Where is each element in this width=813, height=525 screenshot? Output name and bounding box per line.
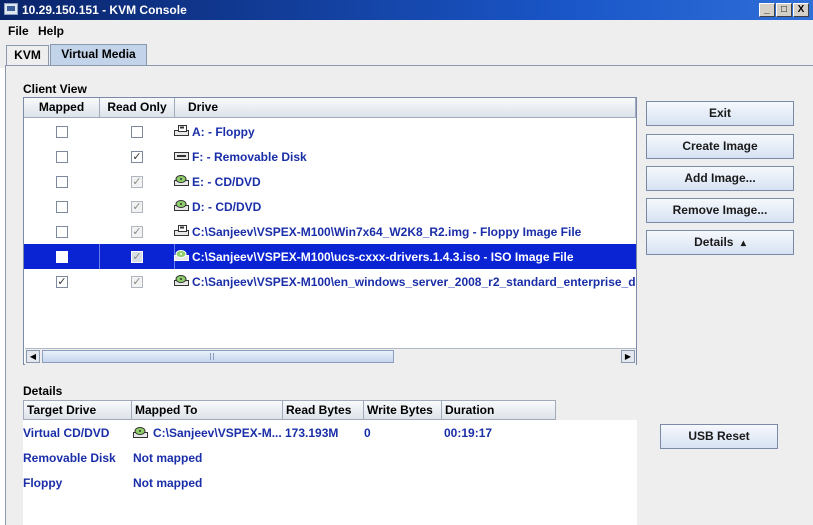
scrollbar-thumb[interactable] <box>42 350 394 363</box>
menu-help[interactable]: Help <box>38 24 64 38</box>
mapped-checkbox[interactable] <box>56 176 68 188</box>
column-header-mapped-to[interactable]: Mapped To <box>132 400 283 420</box>
drive-row[interactable]: A: - Floppy <box>24 119 636 144</box>
drive-row[interactable]: ✓ F: - Removable Disk <box>24 144 636 169</box>
details-mapped-to: Not mapped <box>133 476 203 490</box>
drive-label: A: - Floppy <box>192 125 255 139</box>
cd-drive-icon <box>174 275 189 289</box>
floppy-drive-icon <box>174 225 189 239</box>
column-header-duration[interactable]: Duration <box>442 400 556 420</box>
minimize-button[interactable]: _ <box>759 3 775 17</box>
maximize-button[interactable]: □ <box>776 3 792 17</box>
drive-label: C:\Sanjeev\VSPEX-M100\en_windows_server_… <box>192 275 636 289</box>
collapse-arrow-icon: ▴ <box>740 238 746 249</box>
horizontal-scrollbar[interactable]: ◀ ▶ <box>25 348 636 365</box>
cell-divider <box>99 244 100 269</box>
read-only-checkbox[interactable] <box>131 126 143 138</box>
cd-drive-icon <box>174 200 189 214</box>
details-target-drive: Floppy <box>23 476 63 490</box>
app-window-icon <box>4 3 18 15</box>
drive-label: E: - CD/DVD <box>192 175 261 189</box>
details-mapped-to: Not mapped <box>133 451 203 465</box>
details-write-bytes: 0 <box>364 426 371 440</box>
removable-disk-icon <box>174 150 189 164</box>
read-only-checkbox: ✓ <box>131 276 143 288</box>
details-read-bytes: 173.193M <box>285 426 339 440</box>
mapped-checkbox[interactable] <box>56 126 68 138</box>
mapped-checkbox[interactable] <box>56 201 68 213</box>
read-only-checkbox: ✓ <box>131 251 143 263</box>
details-target-drive: Removable Disk <box>23 451 116 465</box>
details-table-body: Virtual CD/DVD C:\Sanjeev\VSPEX-M... 173.1… <box>23 420 637 525</box>
mapped-checkbox[interactable]: ✓ <box>56 276 68 288</box>
details-toggle-button[interactable]: Details ▴ <box>646 230 794 255</box>
usb-reset-button[interactable]: USB Reset <box>660 424 778 449</box>
thumb-grip <box>210 353 211 360</box>
client-view-label: Client View <box>23 82 87 96</box>
mapped-checkbox[interactable] <box>56 226 68 238</box>
menu-file[interactable]: File <box>8 24 29 38</box>
details-table-header: Target Drive Mapped To Read Bytes Write … <box>23 400 637 420</box>
read-only-checkbox: ✓ <box>131 201 143 213</box>
menu-bar <box>0 20 813 42</box>
client-view-table: Mapped Read Only Drive A: - Floppy ✓ F: - … <box>23 97 637 365</box>
exit-button[interactable]: Exit <box>646 101 794 126</box>
details-target-drive: Virtual CD/DVD <box>23 426 110 440</box>
cd-drive-icon <box>174 175 189 189</box>
column-header-mapped[interactable]: Mapped <box>24 98 100 118</box>
column-header-read-bytes[interactable]: Read Bytes <box>283 400 364 420</box>
column-header-read-only[interactable]: Read Only <box>100 98 175 118</box>
details-duration: 00:19:17 <box>444 426 493 440</box>
drive-label: D: - CD/DVD <box>192 200 262 214</box>
details-button-label: Details <box>694 235 734 249</box>
details-mapped-to: C:\Sanjeev\VSPEX-M... <box>153 426 282 440</box>
create-image-button[interactable]: Create Image <box>646 134 794 159</box>
drive-label: F: - Removable Disk <box>192 150 307 164</box>
column-header-target-drive[interactable]: Target Drive <box>23 400 132 420</box>
close-button[interactable]: X <box>793 3 809 17</box>
mapped-checkbox[interactable] <box>56 251 68 263</box>
drive-row[interactable]: ✓ C:\Sanjeev\VSPEX-M100\Win7x64_W2K8_R2.i… <box>24 219 636 244</box>
tab-virtual-media[interactable]: Virtual Media <box>50 44 147 66</box>
cd-drive-icon <box>174 250 189 264</box>
drive-row[interactable]: ✓ E: - CD/DVD <box>24 169 636 194</box>
drive-row[interactable]: ✓ C:\Sanjeev\VSPEX-M100\ucs-cxxx-drivers.… <box>24 244 636 269</box>
remove-image-button[interactable]: Remove Image... <box>646 198 794 223</box>
thumb-grip <box>213 353 214 360</box>
column-header-write-bytes[interactable]: Write Bytes <box>364 400 442 420</box>
read-only-checkbox[interactable]: ✓ <box>131 151 143 163</box>
add-image-button[interactable]: Add Image... <box>646 166 794 191</box>
scroll-left-arrow-icon[interactable]: ◀ <box>26 350 40 363</box>
column-header-drive[interactable]: Drive <box>175 98 636 118</box>
drive-row[interactable]: ✓ ✓ C:\Sanjeev\VSPEX-M100\en_windows_serve… <box>24 269 636 294</box>
floppy-drive-icon <box>174 125 189 139</box>
mapped-checkbox[interactable] <box>56 151 68 163</box>
drive-label: C:\Sanjeev\VSPEX-M100\ucs-cxxx-drivers.1… <box>192 250 574 264</box>
read-only-checkbox: ✓ <box>131 226 143 238</box>
drive-row[interactable]: ✓ D: - CD/DVD <box>24 194 636 219</box>
cd-drive-icon <box>133 427 148 441</box>
details-label: Details <box>23 384 63 398</box>
window-title: 10.29.150.151 - KVM Console <box>22 3 187 17</box>
drive-label: C:\Sanjeev\VSPEX-M100\Win7x64_W2K8_R2.im… <box>192 225 582 239</box>
scroll-right-arrow-icon[interactable]: ▶ <box>621 350 635 363</box>
read-only-checkbox: ✓ <box>131 176 143 188</box>
tab-kvm[interactable]: KVM <box>6 45 49 66</box>
